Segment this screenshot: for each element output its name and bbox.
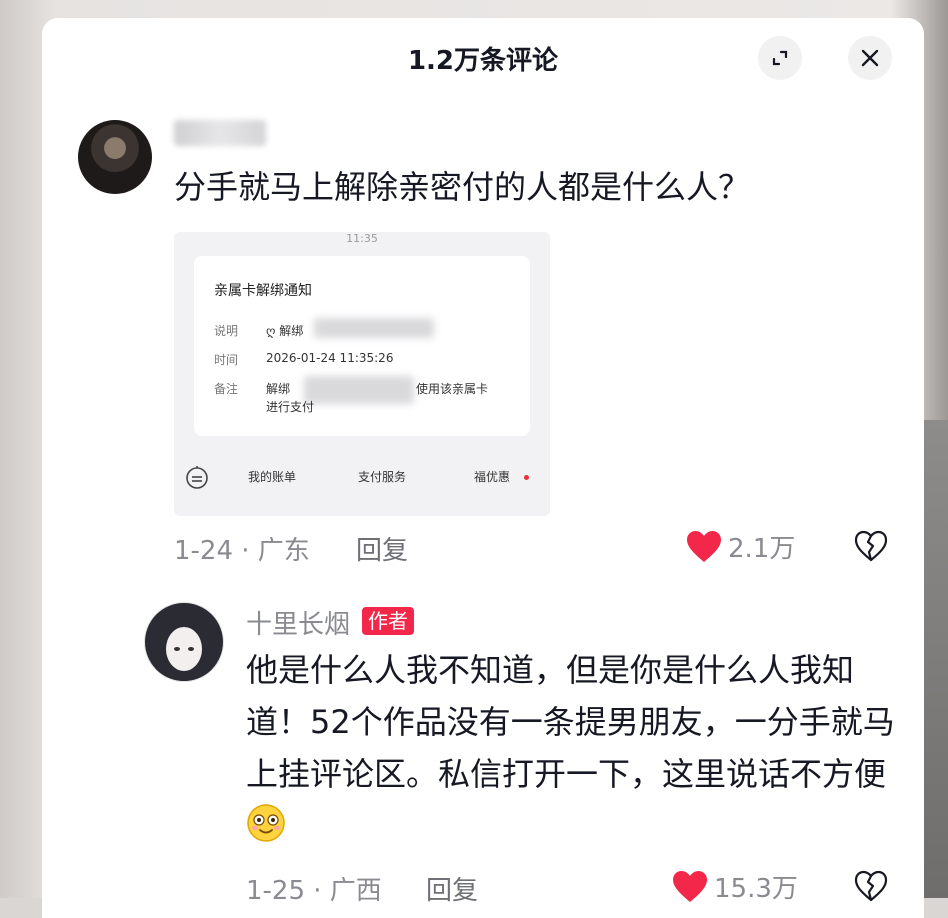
author-name[interactable]: 十里长烟 (246, 604, 350, 641)
dislike-button-2[interactable] (854, 870, 888, 906)
notice-label-time: 时间 (214, 353, 239, 367)
author-avatar[interactable] (144, 602, 224, 682)
comments-sheet: 1.2万条评论 分手就马上解除亲密付的人都是什么人？ 11:35 亲属卡解绑通知… (42, 18, 924, 918)
unbind-notice-card: 亲属卡解绑通知 说明 ღ 解绑 时间 2026-01-24 11:35:26 备… (194, 256, 530, 436)
comment-date-location: 1-24 · 广东 (174, 536, 310, 566)
reply-button-2[interactable]: 回复 (426, 870, 478, 907)
tab-my-bills: 我的账单 (248, 470, 297, 484)
close-button[interactable] (848, 36, 892, 80)
like-button[interactable]: 2.1万 (686, 528, 795, 565)
notice-value-remark-line2: 进行支付 (266, 400, 315, 414)
tab-offers: 福优惠 (474, 470, 511, 484)
smile-emoji-icon (247, 804, 285, 842)
author-reply: 他是什么人我不知道，但是你是什么人我知道！52个作品没有一条提男朋友，一分手就马… (246, 644, 896, 852)
comment-text: 分手就马上解除亲密付的人都是什么人？ (174, 168, 751, 206)
robot-icon (186, 466, 208, 489)
unbind-notice-title: 亲属卡解绑通知 (214, 283, 312, 299)
like-button-2[interactable]: 15.3万 (672, 868, 798, 905)
tab-payment-services: 支付服务 (358, 470, 407, 484)
comments-header: 1.2万条评论 (42, 18, 924, 94)
broken-heart-icon (854, 870, 888, 902)
reply-button[interactable]: 回复 (356, 530, 408, 567)
broken-heart-icon (854, 530, 888, 562)
comment-image-attachment[interactable]: 11:35 亲属卡解绑通知 说明 ღ 解绑 时间 2026-01-24 11:3… (174, 232, 550, 516)
notice-label-remark: 备注 (214, 382, 239, 396)
attachment-status-time: 11:35 (346, 232, 378, 245)
redacted-block (314, 318, 434, 338)
close-icon (861, 49, 879, 67)
heart-filled-icon (687, 530, 721, 562)
reply-date-location: 1-25 · 广西 (246, 876, 382, 906)
expand-button[interactable] (758, 36, 802, 80)
dislike-button[interactable] (854, 530, 888, 566)
notice-value-time: 2026-01-24 11:35:26 (266, 351, 394, 365)
notice-label-description: 说明 (214, 324, 239, 338)
notice-value-description: ღ 解绑 (266, 324, 304, 338)
notice-value-remark-tail: 使用该亲属卡 (416, 382, 489, 396)
heart-filled-icon (673, 870, 707, 902)
like-count: 2.1万 (728, 534, 796, 564)
expand-icon (772, 50, 788, 66)
commenter-avatar[interactable] (78, 120, 152, 194)
commenter-name-blurred[interactable] (174, 120, 266, 146)
attachment-bottom-bar: 我的账单 支付服务 福优惠 (174, 450, 550, 506)
author-badge: 作者 (362, 607, 414, 635)
notification-dot (524, 475, 529, 480)
redacted-block (304, 376, 414, 404)
anime-portrait-icon (154, 615, 214, 681)
notice-value-remark: 解绑 (266, 382, 291, 396)
author-reply-text: 他是什么人我不知道，但是你是什么人我知道！52个作品没有一条提男朋友，一分手就马… (246, 651, 895, 793)
like-count-2: 15.3万 (714, 874, 798, 904)
